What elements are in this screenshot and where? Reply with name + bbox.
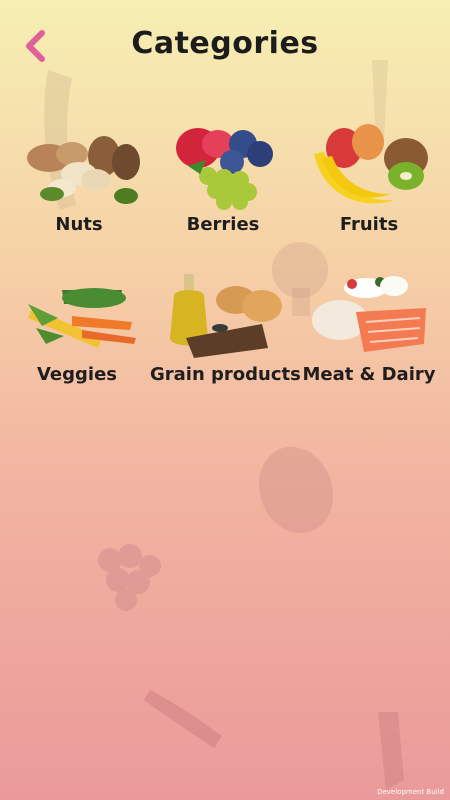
veggies-image [28,288,136,348]
nuts-image [27,136,140,204]
build-label: Development Build [377,788,444,796]
category-nuts[interactable]: Nuts [4,118,154,248]
category-grain-products[interactable]: Grain products [150,268,301,398]
category-meat-dairy[interactable]: Meat & Dairy [294,268,444,398]
berries-image [176,128,273,210]
category-label: Berries [186,214,260,235]
fruits-image [314,124,428,204]
category-label: Grain products [150,364,301,385]
category-veggies[interactable]: Veggies [2,268,152,398]
category-berries[interactable]: Berries [148,118,298,248]
grain-products-image [170,274,282,358]
category-label: Fruits [339,214,399,235]
category-label: Veggies [36,364,117,385]
category-label: Meat & Dairy [302,364,436,385]
category-label: Nuts [55,214,103,235]
meat-dairy-image [312,276,426,352]
page-title: Categories [131,26,319,61]
category-fruits[interactable]: Fruits [294,118,444,248]
